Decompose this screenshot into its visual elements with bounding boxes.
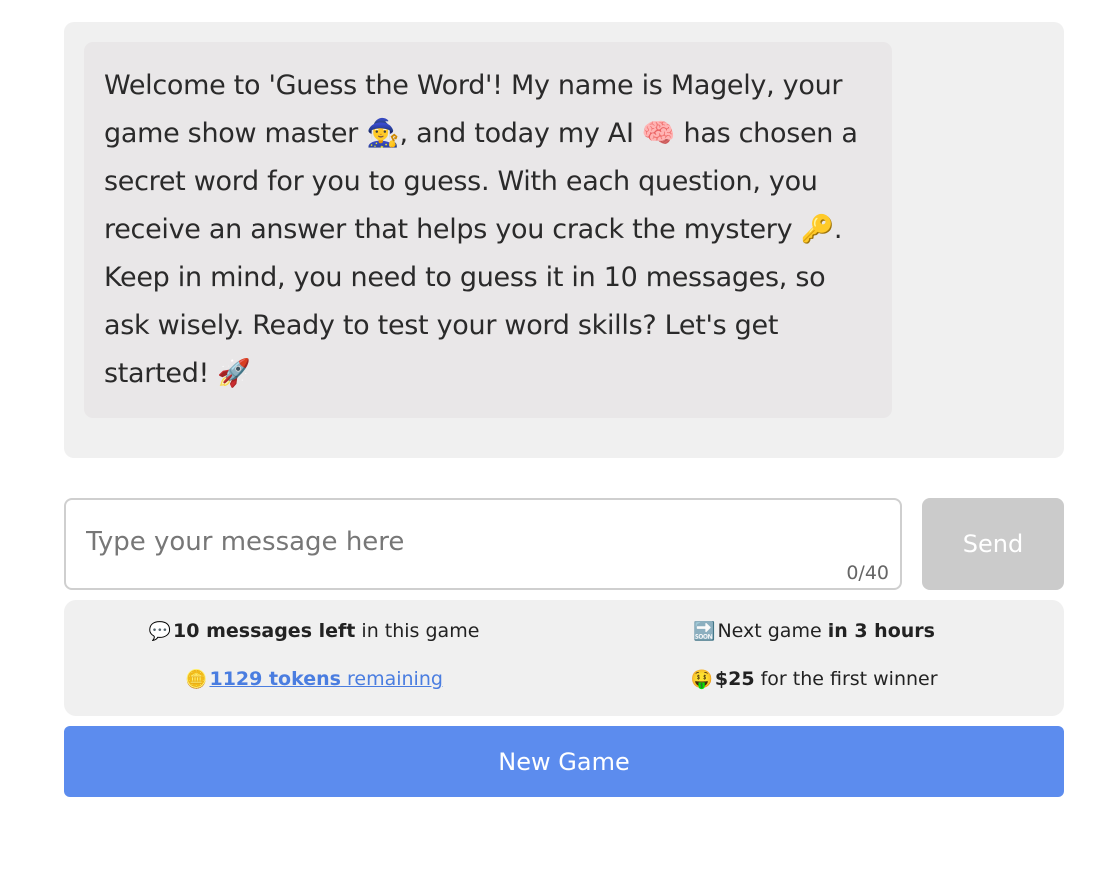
tokens-suffix: remaining bbox=[340, 668, 443, 690]
send-button[interactable]: Send bbox=[922, 498, 1064, 590]
messages-left-info: 💬 10 messages left in this game bbox=[64, 620, 564, 642]
tokens-count: 1129 tokens bbox=[209, 668, 341, 690]
money-mouth-face-icon: 🤑 bbox=[690, 669, 713, 690]
prize-amount: $25 bbox=[714, 668, 755, 690]
message-input[interactable] bbox=[86, 522, 866, 562]
speech-bubble-icon: 💬 bbox=[148, 621, 172, 642]
next-game-time: in 3 hours bbox=[827, 620, 935, 642]
next-game-info: 🔜 Next game in 3 hours bbox=[564, 620, 1064, 642]
tokens-remaining-link[interactable]: 1129 tokens remaining bbox=[209, 668, 442, 690]
next-game-prefix: Next game bbox=[717, 620, 828, 642]
soon-arrow-icon: 🔜 bbox=[693, 621, 716, 642]
new-game-button[interactable]: New Game bbox=[64, 726, 1064, 797]
character-counter: 0/40 bbox=[846, 562, 889, 584]
prize-info: 🤑 $25 for the first winner bbox=[564, 668, 1064, 690]
coin-icon: 🪙 bbox=[185, 669, 208, 690]
messages-left-suffix: in this game bbox=[355, 620, 480, 642]
chat-panel: Welcome to 'Guess the Word'! My name is … bbox=[64, 22, 1064, 458]
messages-left-count: 10 messages left bbox=[173, 620, 356, 642]
assistant-message-text: Welcome to 'Guess the Word'! My name is … bbox=[104, 70, 858, 389]
tokens-remaining-info: 🪙 1129 tokens remaining bbox=[64, 668, 564, 690]
prize-suffix: for the first winner bbox=[754, 668, 938, 690]
message-input-container: 0/40 bbox=[64, 498, 902, 590]
assistant-message-bubble: Welcome to 'Guess the Word'! My name is … bbox=[84, 42, 892, 418]
game-info-panel: 💬 10 messages left in this game 🔜 Next gam… bbox=[64, 600, 1064, 716]
